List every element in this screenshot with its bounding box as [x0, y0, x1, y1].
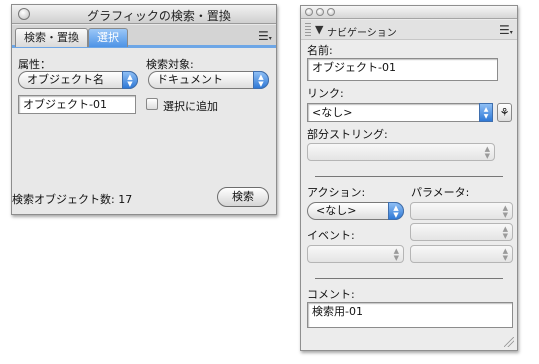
action-label: アクション:: [307, 186, 366, 199]
tab-select[interactable]: 選択: [88, 28, 128, 47]
palette-title: ナビゲーション: [327, 28, 397, 39]
tab-find-replace[interactable]: 検索・置換: [15, 28, 88, 47]
link-label: リンク:: [307, 87, 344, 100]
add-to-selection-label: 選択に追加: [163, 100, 218, 113]
tab-bar: 検索・置換 選択 ☰▾: [12, 25, 276, 48]
search-button[interactable]: 検索: [217, 187, 269, 207]
close-icon[interactable]: [305, 8, 313, 16]
zoom-icon[interactable]: [327, 8, 335, 16]
divider: [315, 278, 503, 279]
updown-arrows-icon: ▲ ▼: [502, 247, 508, 262]
palette-title-bar[interactable]: グラフィックの検索・置換: [12, 5, 276, 24]
event-label: イベント:: [307, 229, 355, 242]
updown-arrows-icon: ▲ ▼: [502, 204, 508, 219]
event-select: ▲ ▼: [307, 245, 404, 263]
updown-arrows-icon: ▲ ▼: [253, 71, 269, 89]
comment-textarea[interactable]: 検索用-01: [307, 302, 513, 328]
name-label: 名前:: [307, 44, 333, 57]
search-target-select[interactable]: ドキュメント ▲ ▼: [148, 71, 269, 89]
parameter-select-1: ▲ ▼: [410, 202, 513, 220]
divider: [315, 176, 503, 177]
find-replace-palette: グラフィックの検索・置換 検索・置換 選択 ☰▾ 属性： 検索対象: オブジェク…: [11, 4, 277, 215]
parameter-label: パラメータ:: [411, 186, 470, 199]
updown-arrows-icon: ▲ ▼: [393, 247, 399, 262]
link-select[interactable]: <なし> ▲ ▼: [307, 103, 493, 122]
add-to-selection-checkbox[interactable]: [146, 98, 158, 110]
parameter-select-2: ▲ ▼: [410, 223, 513, 241]
attribute-label: 属性：: [18, 58, 51, 71]
action-select-value: <なし>: [316, 204, 357, 217]
found-count-label: 検索オブジェクト数: 17: [12, 193, 133, 206]
action-select[interactable]: <なし> ▲ ▼: [307, 202, 404, 220]
updown-arrows-icon: ▲ ▼: [502, 225, 508, 240]
minimize-icon[interactable]: [316, 8, 324, 16]
palette-header: ▼ ナビゲーション ☰▾: [301, 20, 517, 40]
attribute-select-value: オブジェクト名: [27, 73, 104, 86]
attribute-select[interactable]: オブジェクト名 ▲ ▼: [18, 71, 138, 89]
resize-grip-icon[interactable]: [504, 337, 514, 347]
object-name-input[interactable]: オブジェクト-01: [18, 95, 136, 114]
palette-title: グラフィックの検索・置換: [87, 9, 231, 23]
search-target-select-value: ドキュメント: [157, 73, 223, 86]
link-select-value: <なし>: [312, 106, 353, 119]
menu-icon[interactable]: ☰▾: [499, 24, 515, 38]
search-target-label: 検索対象:: [146, 58, 194, 71]
updown-arrows-icon: ▲ ▼: [388, 202, 404, 220]
substring-select: ▲ ▼: [307, 143, 495, 161]
menu-icon[interactable]: ☰▾: [258, 30, 274, 44]
name-input[interactable]: オブジェクト-01: [307, 58, 498, 81]
navigation-palette: ▼ ナビゲーション ☰▾ 名前: オブジェクト-01 リンク: <なし> ▲ ▼ …: [300, 5, 518, 351]
window-title-bar[interactable]: [301, 6, 517, 19]
updown-arrows-icon: ▲ ▼: [479, 103, 493, 122]
updown-arrows-icon: ▲ ▼: [122, 71, 138, 89]
disclosure-triangle-icon[interactable]: ▼: [315, 23, 323, 36]
link-target-icon[interactable]: ⚘: [497, 103, 512, 122]
parameter-select-3: ▲ ▼: [410, 245, 513, 263]
substring-label: 部分ストリング:: [307, 128, 388, 141]
drag-grip-icon[interactable]: [305, 23, 311, 37]
comment-label: コメント:: [307, 288, 355, 301]
updown-arrows-icon: ▲ ▼: [484, 145, 490, 160]
